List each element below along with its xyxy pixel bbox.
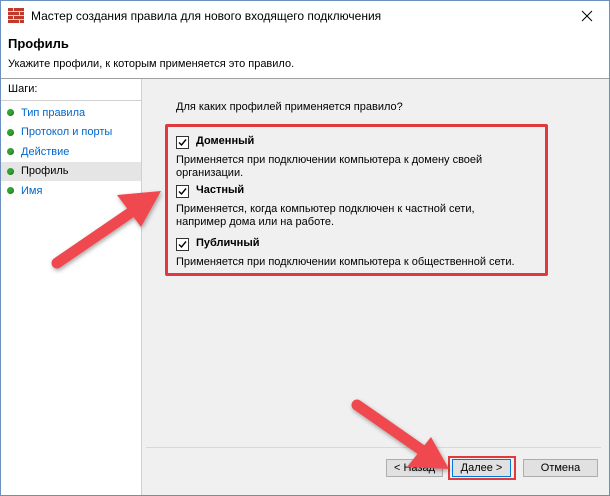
step-status-icon xyxy=(7,187,14,195)
step-status-icon xyxy=(7,128,14,136)
arrow-to-next-icon xyxy=(351,399,449,469)
sidebar-item-protocol-ports[interactable]: Протокол и порты xyxy=(1,123,141,143)
step-status-icon xyxy=(7,109,14,117)
title-bar: Мастер создания правила для нового входя… xyxy=(1,1,609,31)
wizard-header: Профиль Укажите профили, к которым приме… xyxy=(1,31,609,79)
step-status-icon xyxy=(7,148,14,156)
sidebar-item-label: Действие xyxy=(21,145,70,158)
sidebar-item-label: Тип правила xyxy=(21,106,86,119)
sidebar-item-label: Профиль xyxy=(21,165,69,178)
sidebar-item-label: Имя xyxy=(21,184,43,197)
sidebar-item-rule-type[interactable]: Тип правила xyxy=(1,103,141,123)
firewall-icon xyxy=(8,8,24,23)
profiles-highlight-box xyxy=(165,124,548,276)
steps-heading: Шаги: xyxy=(8,83,38,95)
page-title: Профиль xyxy=(8,36,69,51)
step-status-icon xyxy=(7,167,14,175)
page-subtitle: Укажите профили, к которым применяется э… xyxy=(8,58,295,70)
sidebar-item-profile[interactable]: Профиль xyxy=(1,161,141,181)
arrow-to-options-icon xyxy=(51,191,161,269)
profiles-question: Для каких профилей применяется правило? xyxy=(176,101,403,113)
sidebar-item-label: Протокол и порты xyxy=(21,126,113,139)
wizard-window: Мастер создания правила для нового входя… xyxy=(0,0,610,496)
steps-sidebar: Шаги: Тип правила Протокол и порты Дейст… xyxy=(1,79,142,495)
window-title: Мастер создания правила для нового входя… xyxy=(31,9,382,23)
close-icon xyxy=(581,10,593,22)
sidebar-divider xyxy=(1,100,141,101)
cancel-button[interactable]: Отмена xyxy=(523,459,598,477)
close-button[interactable] xyxy=(565,1,609,31)
sidebar-item-action[interactable]: Действие xyxy=(1,142,141,162)
